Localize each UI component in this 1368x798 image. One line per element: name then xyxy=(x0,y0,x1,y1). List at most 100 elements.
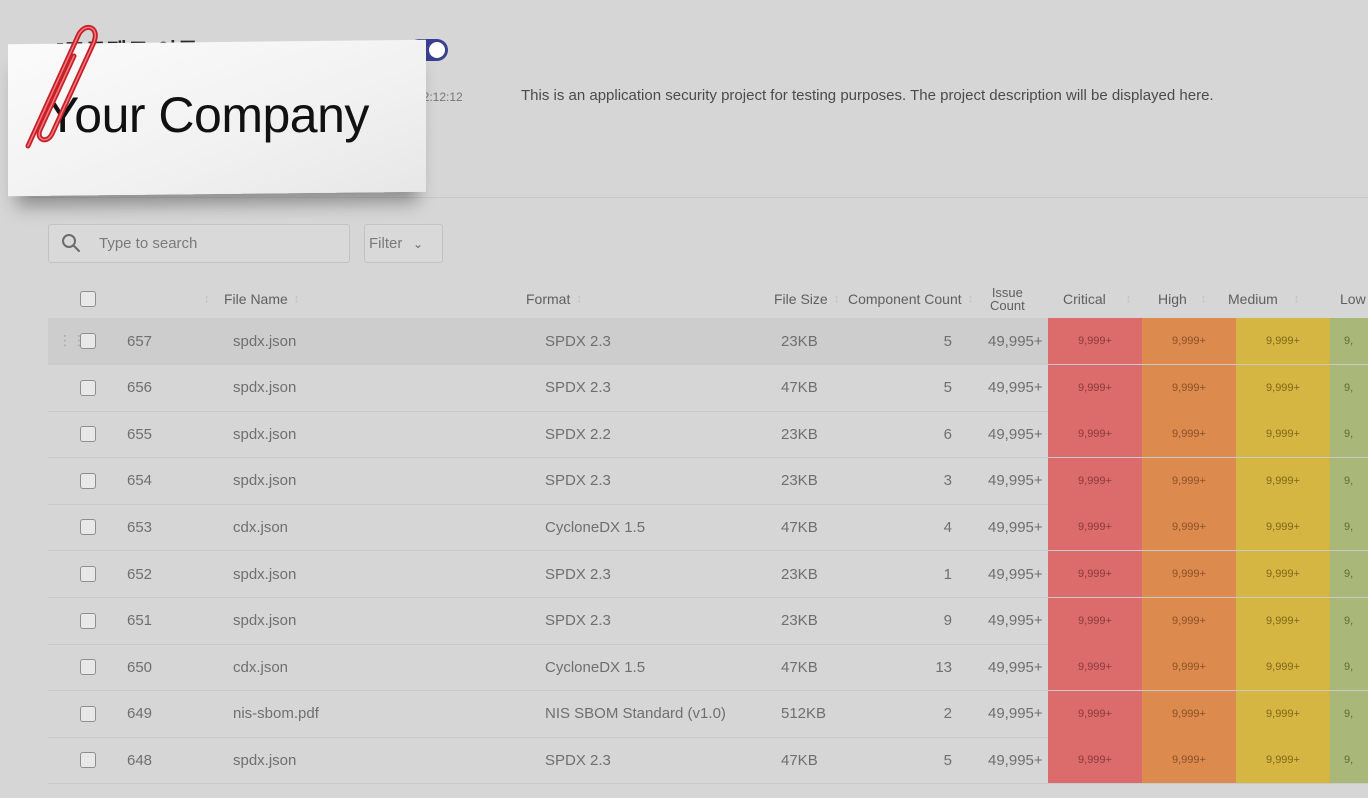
row-file-name[interactable]: spdx.json xyxy=(233,318,296,364)
row-checkbox-cell xyxy=(80,644,96,690)
row-critical-count: 9,999+ xyxy=(1048,737,1142,784)
row-low-count: 9, xyxy=(1330,551,1368,597)
row-checkbox[interactable] xyxy=(80,566,96,582)
row-format: SPDX 2.3 xyxy=(545,565,611,583)
row-file-name[interactable]: cdx.json xyxy=(233,504,288,550)
row-checkbox-cell xyxy=(80,365,96,411)
col-component-count[interactable]: Component Count ↕ xyxy=(848,280,973,318)
row-id: 655 xyxy=(127,425,153,443)
row-low-count: 9, xyxy=(1330,644,1368,691)
filter-button[interactable]: Filter ⌄ xyxy=(364,224,443,263)
col-issue-count[interactable]: Issue Count xyxy=(990,280,1025,318)
col-medium[interactable]: Medium ↕ xyxy=(1228,280,1299,318)
row-checkbox[interactable] xyxy=(80,659,96,676)
row-checkbox[interactable] xyxy=(80,379,96,396)
table-row[interactable]: 653 cdx.json CycloneDX 1.5 47KB 4 49,995+ 9,99… xyxy=(48,504,1368,552)
row-file-name[interactable]: spdx.json xyxy=(233,458,296,504)
table-row[interactable]: 648 spdx.json SPDX 2.3 47KB 5 49,995+ 9,999+ 9,… xyxy=(48,737,1368,785)
table-row[interactable]: 651 spdx.json SPDX 2.3 23KB 9 49,995+ 9,999+ 9,… xyxy=(48,597,1368,645)
col-critical-label: Critical xyxy=(1063,291,1106,307)
row-format: CycloneDX 1.5 xyxy=(545,518,646,536)
row-checkbox[interactable] xyxy=(80,519,96,536)
search-placeholder: Type to search xyxy=(99,235,198,252)
search-input[interactable]: Type to search xyxy=(48,224,350,263)
row-file-name[interactable]: spdx.json xyxy=(233,365,296,411)
col-sort-id[interactable]: ↕ xyxy=(198,280,210,318)
row-file-name[interactable]: spdx.json xyxy=(233,551,296,597)
row-file-size: 47KB xyxy=(781,518,818,536)
row-critical-count: 9,999+ xyxy=(1048,597,1142,644)
row-critical-count: 9,999+ xyxy=(1048,411,1142,458)
row-high-count: 9,999+ xyxy=(1142,690,1236,737)
row-file-name[interactable]: spdx.json xyxy=(233,411,296,457)
row-component-count: 6 xyxy=(943,425,952,443)
row-checkbox[interactable] xyxy=(80,426,96,443)
row-issue-count: 49,995+ xyxy=(988,612,1043,630)
row-high-count: 9,999+ xyxy=(1142,457,1236,504)
row-format: CycloneDX 1.5 xyxy=(545,658,646,676)
row-medium-count: 9,999+ xyxy=(1236,690,1330,737)
sort-icon: ↕ xyxy=(204,293,210,305)
row-high-count: 9,999+ xyxy=(1142,551,1236,597)
col-low[interactable]: Low xyxy=(1340,280,1366,318)
row-medium-count: 9,999+ xyxy=(1236,411,1330,458)
row-low-count: 9, xyxy=(1330,737,1368,784)
row-file-name[interactable]: spdx.json xyxy=(233,598,296,644)
select-all-checkbox-cell xyxy=(80,280,96,318)
row-medium-count: 9,999+ xyxy=(1236,457,1330,504)
col-file-name[interactable]: File Name ↕ xyxy=(224,280,299,318)
row-checkbox[interactable] xyxy=(80,705,96,722)
row-high-count: 9,999+ xyxy=(1142,504,1236,551)
row-high-count: 9,999+ xyxy=(1142,364,1236,411)
col-format-label: Format xyxy=(526,291,571,307)
table-row[interactable]: 649 nis-sbom.pdf NIS SBOM Standard (v1.0) 5… xyxy=(48,690,1368,738)
row-checkbox[interactable] xyxy=(80,612,96,629)
table-row[interactable]: 652 spdx.json SPDX 2.3 23KB 1 49,995+ 9,999+ 9,… xyxy=(48,551,1368,598)
row-high-count: 9,999+ xyxy=(1142,411,1236,458)
row-checkbox-cell xyxy=(80,318,96,364)
row-component-count: 1 xyxy=(943,565,952,583)
row-high-count: 9,999+ xyxy=(1142,644,1236,691)
table-row[interactable]: 656 spdx.json SPDX 2.3 47KB 5 49,995+ 9,999+ 9,… xyxy=(48,364,1368,412)
row-checkbox[interactable] xyxy=(80,333,96,349)
row-format: SPDX 2.3 xyxy=(545,379,611,397)
col-critical[interactable]: Critical ↕ xyxy=(1063,280,1131,318)
row-format: SPDX 2.3 xyxy=(545,751,611,769)
row-file-name[interactable]: spdx.json xyxy=(233,737,296,783)
table-row[interactable]: 655 spdx.json SPDX 2.2 23KB 6 49,995+ 9,999+ 9,… xyxy=(48,411,1368,459)
sort-icon: ↕ xyxy=(833,293,840,305)
filter-label: Filter xyxy=(369,235,403,252)
table-row[interactable]: ⋮⋮ 657 spdx.json SPDX 2.3 23KB 5 49,995+ 9,999+… xyxy=(48,318,1368,365)
row-format: SPDX 2.3 xyxy=(545,332,611,350)
row-file-size: 47KB xyxy=(781,751,818,769)
row-high-count: 9,999+ xyxy=(1142,318,1236,364)
row-checkbox[interactable] xyxy=(80,752,96,769)
toggle-knob xyxy=(429,42,445,58)
row-file-name[interactable]: cdx.json xyxy=(233,644,288,690)
row-file-size: 512KB xyxy=(781,705,827,723)
row-file-size: 23KB xyxy=(781,565,818,583)
row-critical-count: 9,999+ xyxy=(1048,364,1142,411)
col-file-size[interactable]: File Size ↕ xyxy=(774,280,839,318)
row-checkbox-cell xyxy=(80,691,96,737)
col-high[interactable]: High ↕ xyxy=(1158,280,1206,318)
row-file-size: 23KB xyxy=(781,612,818,630)
row-id: 648 xyxy=(127,751,153,769)
row-critical-count: 9,999+ xyxy=(1048,690,1142,737)
col-format[interactable]: Format ↕ xyxy=(526,280,582,318)
row-medium-count: 9,999+ xyxy=(1236,597,1330,644)
row-id: 652 xyxy=(127,565,153,583)
row-medium-count: 9,999+ xyxy=(1236,504,1330,551)
row-issue-count: 49,995+ xyxy=(988,472,1043,490)
row-file-name[interactable]: nis-sbom.pdf xyxy=(233,691,319,737)
select-all-checkbox[interactable] xyxy=(80,291,96,307)
row-format: NIS SBOM Standard (v1.0) xyxy=(545,705,726,723)
chevron-down-icon: ⌄ xyxy=(413,237,424,251)
paperclip-icon xyxy=(25,25,98,149)
row-component-count: 5 xyxy=(943,379,952,397)
row-checkbox[interactable] xyxy=(80,472,96,489)
row-id: 654 xyxy=(127,472,153,490)
sort-icon: ↕ xyxy=(576,293,582,305)
table-row[interactable]: 650 cdx.json CycloneDX 1.5 47KB 13 49,995+ 9,9… xyxy=(48,644,1368,692)
table-row[interactable]: 654 spdx.json SPDX 2.3 23KB 3 49,995+ 9,999+ 9,… xyxy=(48,457,1368,505)
